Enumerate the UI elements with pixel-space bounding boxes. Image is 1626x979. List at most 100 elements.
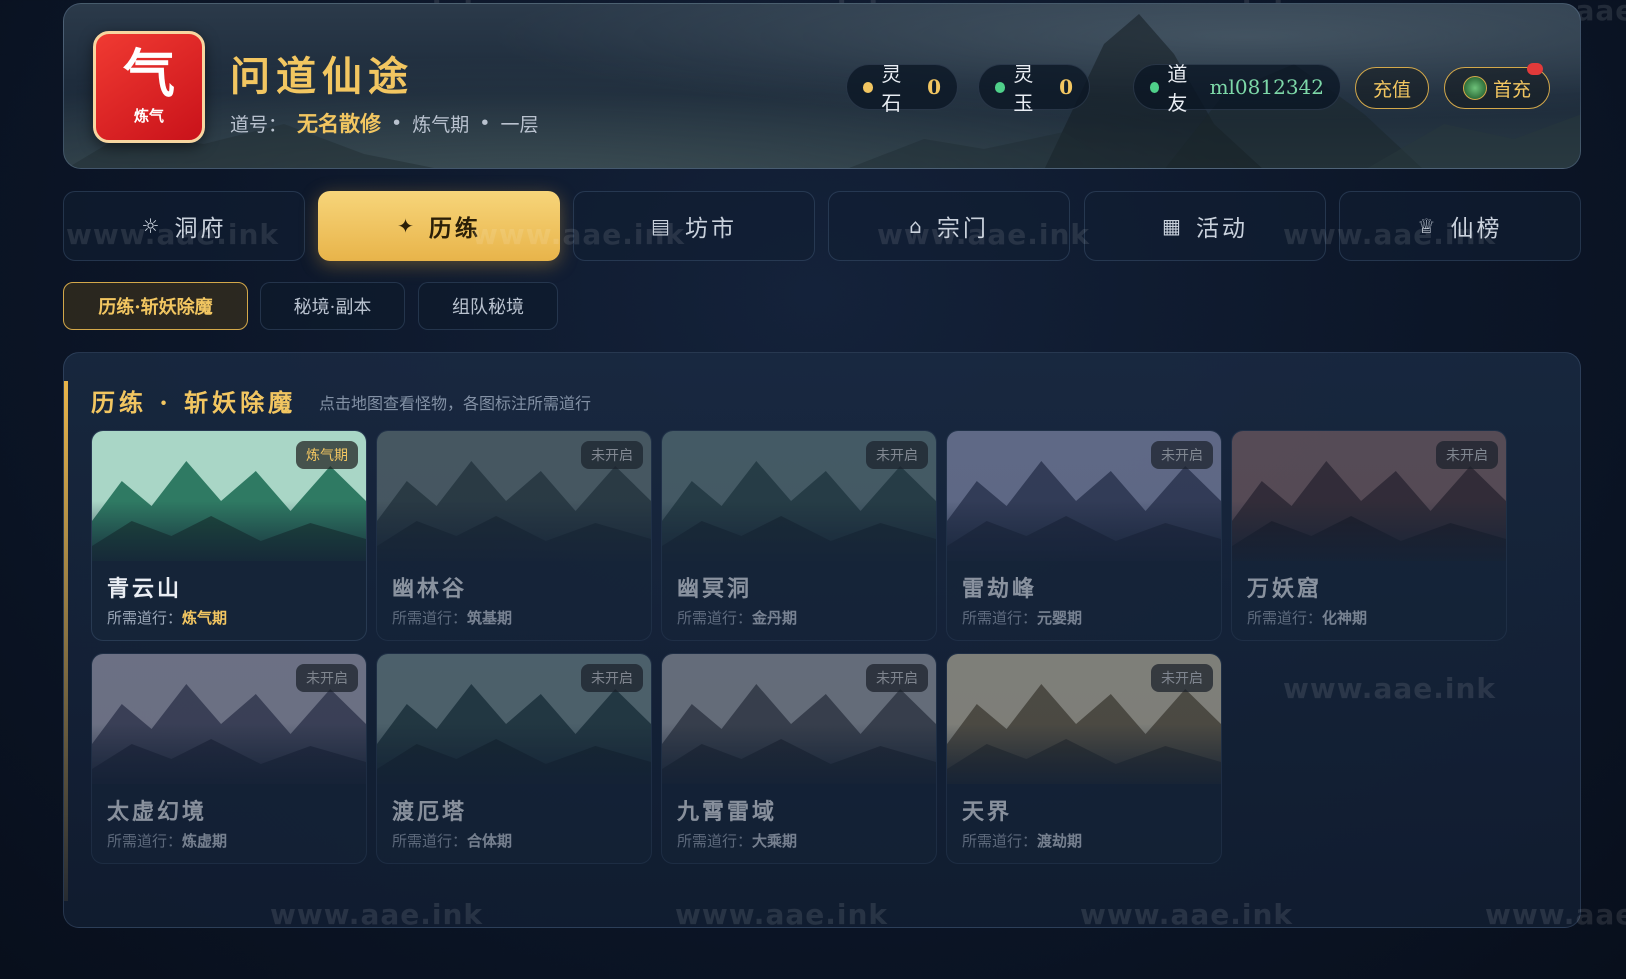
req-level: 筑基期: [467, 609, 513, 627]
tab-label: 洞府: [174, 216, 227, 242]
dao-label: 道号：: [230, 113, 288, 136]
req-level: 大乘期: [752, 832, 798, 850]
req-label: 所需道行：: [962, 609, 1038, 627]
lingshi-dot-icon: [863, 81, 874, 93]
art-fade: [92, 501, 366, 571]
map-status-tag: 未开启: [296, 664, 358, 692]
realm-text: 炼气期: [412, 113, 470, 136]
logo-glyph: 气: [122, 43, 175, 105]
layer-text: 一层: [500, 113, 539, 136]
map-status-tag: 未开启: [1436, 441, 1498, 469]
first-recharge-button[interactable]: 首充: [1444, 63, 1550, 109]
req-label: 所需道行：: [107, 832, 183, 850]
map-name: 幽冥洞: [677, 576, 753, 602]
tab-dongfu[interactable]: ☼ 洞府: [63, 191, 305, 261]
map-requirement: 所需道行：筑基期: [392, 607, 512, 628]
req-label: 所需道行：: [677, 832, 753, 850]
tab-label: 历练: [428, 215, 481, 242]
map-requirement: 所需道行：元婴期: [962, 607, 1082, 628]
map-requirement: 所需道行：炼气期: [107, 607, 227, 628]
map-card[interactable]: 未开启太虚幻境所需道行：炼虚期: [91, 653, 367, 864]
req-level: 元婴期: [1037, 609, 1083, 627]
friend-id-pill[interactable]: 道友 ml0812342: [1133, 62, 1341, 115]
gift-icon: [1462, 76, 1487, 100]
req-label: 所需道行：: [962, 832, 1038, 850]
lingyu-counter: 灵玉 0: [978, 62, 1090, 115]
panel-accent-bar: [64, 381, 68, 901]
art-fade: [377, 724, 651, 794]
req-level: 渡劫期: [1037, 832, 1083, 850]
map-name: 天界: [962, 799, 1013, 825]
realm-logo: 气 炼气: [93, 31, 205, 143]
req-label: 所需道行：: [677, 609, 753, 627]
art-fade: [947, 501, 1221, 571]
separator: •: [479, 112, 491, 134]
req-level: 炼气期: [182, 609, 228, 627]
tab-label: 仙榜: [1450, 216, 1503, 242]
tab-fangshi[interactable]: ▤ 坊市: [573, 191, 815, 261]
lingyu-label: 灵玉: [1013, 62, 1034, 115]
online-dot-icon: [1150, 81, 1160, 93]
map-name: 太虚幻境: [107, 799, 208, 825]
map-card[interactable]: 未开启天界所需道行：渡劫期: [946, 653, 1222, 864]
panel-title: 历练 · 斩妖除魔: [91, 388, 297, 417]
req-level: 金丹期: [752, 609, 798, 627]
map-status-tag: 未开启: [866, 664, 928, 692]
app-title: 问道仙途: [230, 53, 414, 100]
map-panel: 历练 · 斩妖除魔 点击地图查看怪物，各图标注所需道行 炼气期 青云山 所需道行：炼…: [63, 352, 1581, 928]
notification-badge: [1527, 63, 1543, 75]
tab-label: 活动: [1195, 216, 1248, 242]
map-requirement: 所需道行：化神期: [1247, 607, 1367, 628]
map-name: 幽林谷: [392, 576, 468, 602]
player-info: 道号： 无名散修 • 炼气期 • 一层: [230, 108, 538, 138]
map-card[interactable]: 未开启九霄雷域所需道行：大乘期: [661, 653, 937, 864]
tab-lilian[interactable]: ✦ 历练: [318, 191, 560, 261]
map-requirement: 所需道行：炼虚期: [107, 830, 227, 851]
map-name: 万妖窟: [1247, 576, 1323, 602]
map-card[interactable]: 未开启幽林谷所需道行：筑基期: [376, 430, 652, 641]
recharge-label: 充值: [1372, 78, 1411, 101]
req-level: 合体期: [467, 832, 513, 850]
lingshi-label: 灵石: [881, 62, 902, 115]
sparkle-icon: ✦: [397, 214, 417, 238]
logo-realm: 炼气: [133, 106, 164, 125]
map-card[interactable]: 炼气期 青云山所需道行：炼气期: [91, 430, 367, 641]
tab-label: 宗门: [936, 216, 989, 242]
subtab-zudui[interactable]: 组队秘境: [418, 282, 558, 330]
art-fade: [947, 724, 1221, 794]
req-label: 所需道行：: [392, 832, 468, 850]
map-card[interactable]: 未开启万妖窟所需道行：化神期: [1231, 430, 1507, 641]
tab-huodong[interactable]: ▦ 活动: [1084, 191, 1326, 261]
map-card[interactable]: 未开启 渡厄塔 所需道行：合体期: [376, 653, 652, 864]
map-requirement: 所需道行：大乘期: [677, 830, 797, 851]
lingyu-value: 0: [1059, 75, 1073, 99]
art-fade: [662, 724, 936, 794]
art-fade: [1232, 501, 1506, 571]
req-label: 所需道行：: [1247, 609, 1323, 627]
first-recharge-label: 首充: [1492, 78, 1531, 101]
header-banner: 气 炼气 问道仙途 道号： 无名散修 • 炼气期 • 一层 灵石 0 灵玉 0 …: [63, 3, 1581, 169]
map-name: 青云山: [107, 576, 183, 602]
lingshi-counter: 灵石 0: [846, 62, 958, 115]
map-status-tag: 未开启: [581, 441, 643, 469]
map-card[interactable]: 未开启 幽冥洞 所需道行：金丹期: [661, 430, 937, 641]
lingyu-dot-icon: [995, 81, 1006, 93]
subtab-mijing[interactable]: 秘境·副本: [260, 282, 405, 330]
map-status-tag: 未开启: [1151, 664, 1213, 692]
tab-zongmen[interactable]: ⌂ 宗门: [828, 191, 1070, 261]
map-requirement: 所需道行：金丹期: [677, 607, 797, 628]
map-card[interactable]: 未开启 雷劫峰 所需道行：元婴期: [946, 430, 1222, 641]
map-requirement: 所需道行：渡劫期: [962, 830, 1082, 851]
tab-xianbang[interactable]: ♕ 仙榜: [1339, 191, 1581, 261]
art-fade: [92, 724, 366, 794]
lingshi-value: 0: [927, 75, 941, 99]
map-name: 九霄雷域: [677, 799, 778, 825]
subtab-zhanyao[interactable]: 历练·斩妖除魔: [63, 282, 248, 330]
art-fade: [662, 501, 936, 571]
friend-id: ml0812342: [1209, 75, 1324, 99]
req-label: 所需道行：: [107, 609, 183, 627]
sun-icon: ☼: [141, 214, 163, 238]
recharge-button[interactable]: 充值: [1355, 67, 1429, 109]
map-status-tag: 未开启: [1151, 441, 1213, 469]
shop-icon: ▤: [651, 214, 673, 238]
